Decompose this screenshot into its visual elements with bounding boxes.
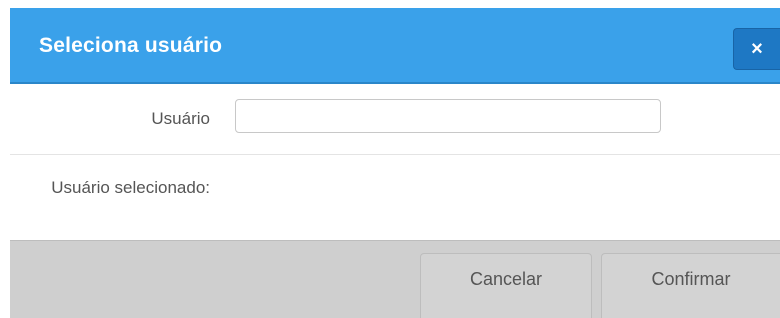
dialog-header: Seleciona usuário × (10, 8, 780, 84)
user-label: Usuário (151, 109, 210, 128)
close-button[interactable]: × (733, 28, 780, 70)
selected-user-row: Usuário selecionado: (10, 156, 780, 240)
dialog-footer: Cancelar Confirmar (10, 240, 780, 318)
dialog-title: Seleciona usuário (39, 34, 223, 57)
close-icon: × (751, 37, 763, 60)
user-row: Usuário (10, 85, 780, 155)
selected-user-label: Usuário selecionado: (51, 178, 210, 197)
user-input[interactable] (235, 99, 661, 133)
confirm-button[interactable]: Confirmar (601, 253, 780, 318)
cancel-button[interactable]: Cancelar (420, 253, 592, 318)
select-user-dialog: Seleciona usuário × Usuário Usuário sele… (10, 8, 780, 318)
